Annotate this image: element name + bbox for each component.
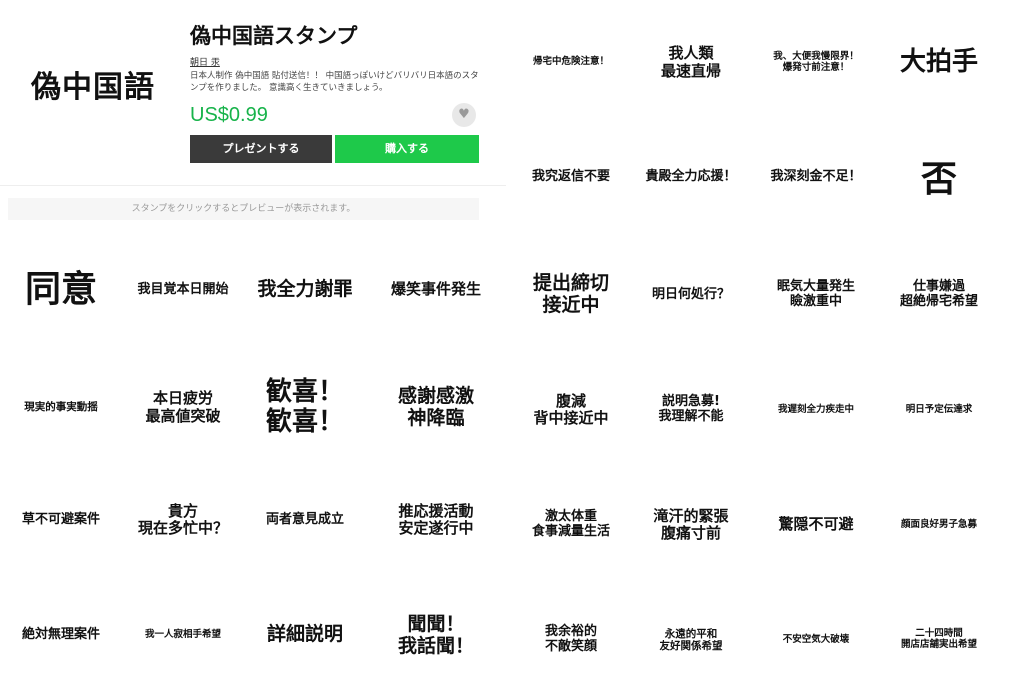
sticker-item[interactable]: 推応援活動 安定遂行中: [366, 495, 506, 545]
sticker-item[interactable]: 二十四時間 開店店舗実出希望: [880, 615, 998, 665]
sticker-item[interactable]: 我人類 最速直帰: [632, 40, 750, 85]
sticker-item[interactable]: 聞聞！ 我話聞！: [366, 608, 506, 663]
sticker-item[interactable]: 我目覚本日開始: [122, 265, 244, 315]
sticker-item[interactable]: 我深刻金不足！: [752, 155, 880, 200]
sticker-item[interactable]: 草不可避案件: [0, 495, 122, 545]
sticker-item[interactable]: 我一人寂相手希望: [122, 610, 244, 660]
sticker-item[interactable]: 永遠的平和 友好関係希望: [632, 615, 750, 665]
sticker-item[interactable]: 我、大便我慢限界！ 爆発寸前注意！: [752, 40, 880, 85]
divider: [0, 185, 506, 186]
sticker-item[interactable]: 貴殿全力応援！: [632, 155, 750, 200]
sticker-item[interactable]: 我遅刻全力疾走中: [752, 385, 880, 435]
sticker-item[interactable]: 現実的事実動揺: [0, 380, 122, 435]
sticker-item[interactable]: 説明急募! 我理解不能: [632, 385, 750, 435]
sticker-item[interactable]: 眠気大量発生 瞼激重中: [752, 265, 880, 325]
sticker-item[interactable]: 我全力謝罪: [244, 265, 366, 315]
sticker-item[interactable]: 我究返信不要: [512, 155, 630, 200]
sticker-item[interactable]: 詳細説明: [244, 610, 366, 660]
product-price: US$0.99: [190, 104, 268, 126]
sticker-item[interactable]: 明日何処行？: [632, 265, 750, 325]
sticker-item[interactable]: 我余裕的 不敵笑顔: [512, 615, 630, 665]
heart-icon[interactable]: ♥: [452, 103, 476, 127]
sticker-item[interactable]: 明日予定伝達求: [880, 385, 998, 435]
sticker-item[interactable]: 爆笑事件発生: [366, 265, 506, 315]
product-panel: 偽中国語 偽中国語スタンプ 朝日 汞 日本人制作 偽中国語 貼付送信！！ 中国語…: [0, 0, 506, 220]
sticker-item[interactable]: 驚隠不可避: [752, 500, 880, 550]
sticker-item[interactable]: 両者意見成立: [244, 495, 366, 545]
sticker-item[interactable]: 同意: [0, 265, 122, 315]
sticker-item[interactable]: 仕事嫌過 超絶帰宅希望: [880, 265, 998, 325]
sticker-item[interactable]: 顔面良好男子急募: [880, 500, 998, 550]
sticker-item[interactable]: 激太体重 食事減量生活: [512, 500, 630, 550]
sticker-item[interactable]: 本日疲労 最高値突破: [122, 380, 244, 435]
sticker-item[interactable]: 否: [880, 155, 998, 205]
product-title: 偽中国語スタンプ: [190, 24, 358, 48]
sticker-item[interactable]: 帰宅中危険注意！: [512, 40, 630, 85]
sticker-item[interactable]: 貴方 現在多忙中？: [122, 495, 244, 545]
sticker-item[interactable]: 提出締切 接近中: [512, 265, 630, 325]
sticker-item[interactable]: 腹減 背中接近中: [512, 385, 630, 435]
sticker-item[interactable]: 滝汗的緊張 腹痛寸前: [632, 500, 750, 550]
product-description: 日本人制作 偽中国語 貼付送信！！ 中国語っぽいけどバリバリ日本語のスタンプを作…: [190, 71, 479, 93]
preview-hint: スタンプをクリックするとプレビューが表示されます。: [8, 198, 479, 220]
author-link[interactable]: 朝日 汞: [190, 55, 220, 68]
sticker-item[interactable]: 絶対無理案件: [0, 610, 122, 660]
present-button[interactable]: プレゼントする: [190, 135, 332, 163]
buy-button[interactable]: 購入する: [335, 135, 479, 163]
sticker-item[interactable]: 感謝感激 神降臨: [366, 380, 506, 435]
sticker-item[interactable]: 大拍手: [880, 40, 998, 85]
product-logo: 偽中国語: [31, 70, 155, 105]
sticker-item[interactable]: 歓喜！ 歓喜！: [244, 375, 366, 440]
sticker-item[interactable]: 不安空気大破壊: [752, 615, 880, 665]
